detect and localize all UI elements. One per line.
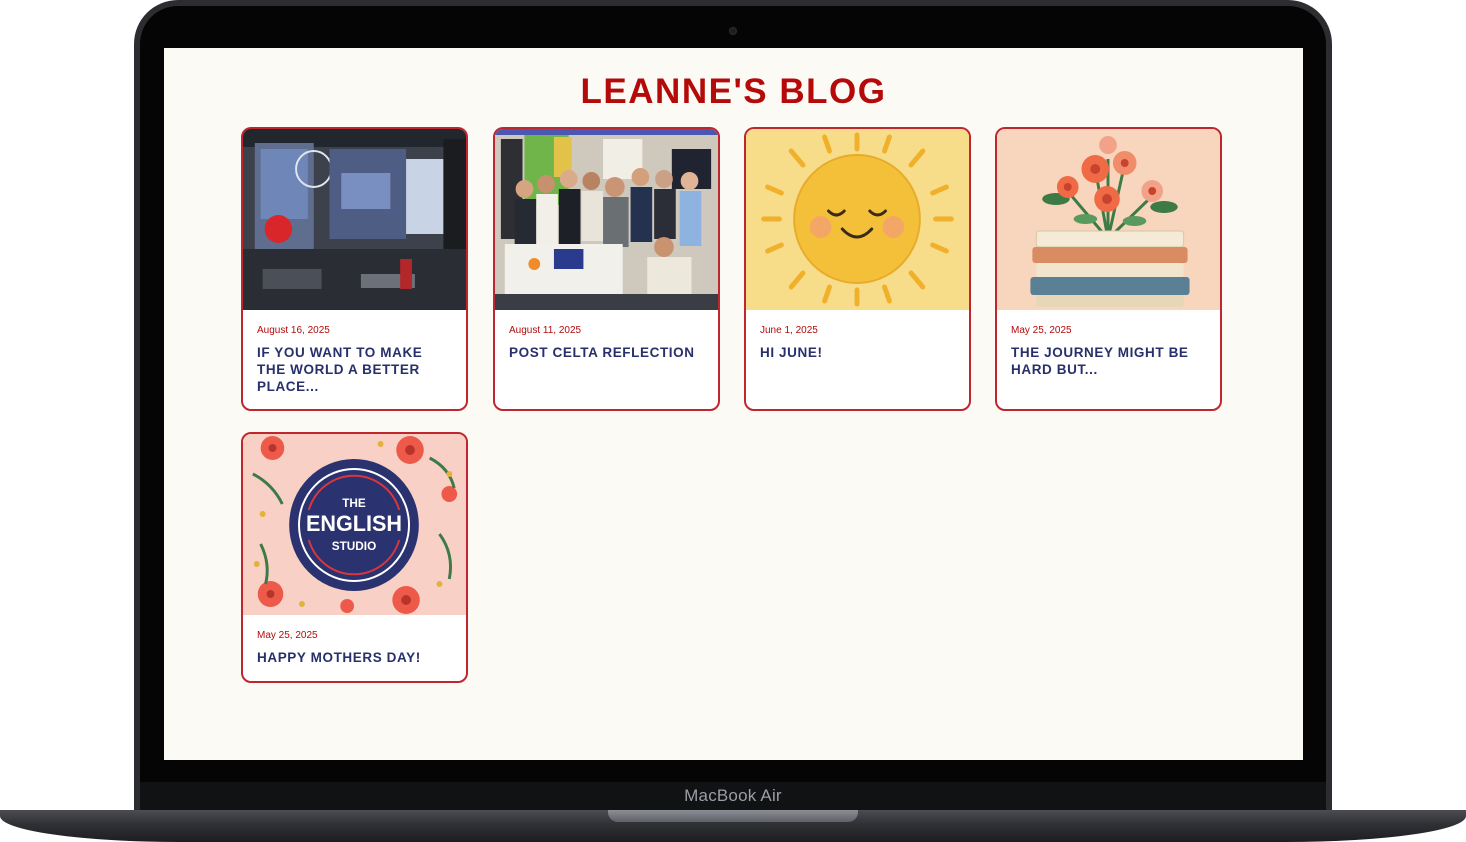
post-date: June 1, 2025 — [760, 325, 818, 336]
post-title[interactable]: HAPPY MOTHERS DAY! — [257, 649, 452, 666]
post-date: August 16, 2025 — [257, 325, 330, 336]
blog-card[interactable]: THE ENGLISH STUDIO May 25, 2025 HAPPY MO… — [241, 432, 468, 683]
post-date: May 25, 2025 — [1011, 325, 1072, 336]
logo-text-english: ENGLISH — [306, 511, 402, 536]
post-image-english-studio-logo[interactable]: THE ENGLISH STUDIO — [243, 434, 466, 615]
post-image-books-flowers[interactable] — [997, 129, 1220, 310]
post-image-group-photo[interactable] — [495, 129, 718, 310]
post-date: August 11, 2025 — [509, 325, 582, 336]
logo-text-the: THE — [342, 496, 366, 510]
post-image-shop-window[interactable] — [243, 129, 466, 310]
screen: LEANNE'S BLOG August 16, 2025 IF YOU WAN… — [164, 48, 1303, 760]
logo-text-studio: STUDIO — [332, 539, 376, 553]
post-title[interactable]: HI JUNE! — [760, 344, 955, 361]
device-label: MacBook Air — [684, 786, 782, 805]
blog-card[interactable]: August 16, 2025 IF YOU WANT TO MAKE THE … — [241, 127, 468, 411]
laptop-notch — [608, 810, 858, 822]
post-date: May 25, 2025 — [257, 630, 318, 641]
post-title[interactable]: THE JOURNEY MIGHT BE HARD BUT... — [1011, 344, 1206, 378]
post-image-sun[interactable] — [746, 129, 969, 310]
post-title[interactable]: IF YOU WANT TO MAKE THE WORLD A BETTER P… — [257, 344, 452, 395]
blog-card[interactable]: June 1, 2025 HI JUNE! — [744, 127, 971, 411]
blog-card[interactable]: May 25, 2025 THE JOURNEY MIGHT BE HARD B… — [995, 127, 1222, 411]
camera-icon — [729, 27, 737, 35]
page-title: LEANNE'S BLOG — [580, 72, 887, 111]
blog-card[interactable]: August 11, 2025 POST CELTA REFLECTION — [493, 127, 720, 411]
post-title[interactable]: POST CELTA REFLECTION — [509, 344, 704, 361]
